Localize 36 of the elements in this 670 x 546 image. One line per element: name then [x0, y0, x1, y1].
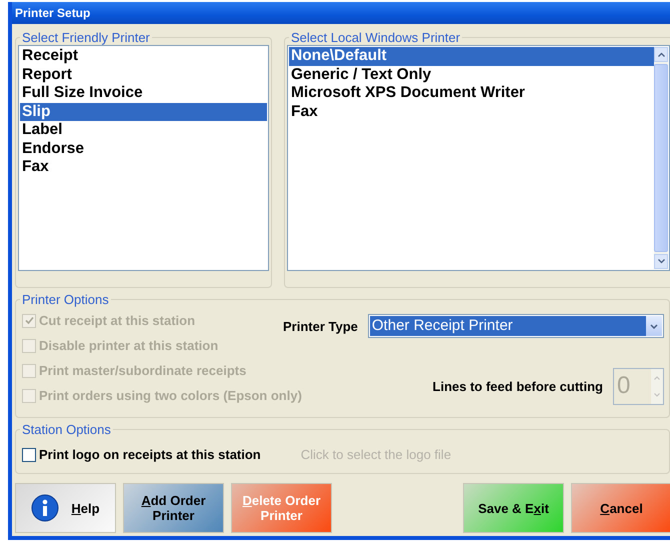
list-item[interactable]: Full Size Invoice — [20, 84, 267, 102]
field-label: Printer Type — [283, 318, 358, 334]
list-item[interactable]: Fax — [289, 102, 654, 121]
check-icon — [24, 316, 34, 325]
list-item[interactable]: None\Default — [289, 47, 654, 66]
group-legend: Printer Options — [20, 292, 111, 307]
scroll-bar[interactable] — [654, 47, 668, 269]
list-box[interactable]: Receipt Report Full Size Invoice Slip Label Endorse Fax — [18, 45, 269, 271]
checkbox-label: Print logo on receipts at this station — [39, 447, 261, 462]
info-icon — [31, 494, 60, 522]
list-item[interactable]: Microsoft XPS Document Writer — [289, 84, 654, 102]
list-item[interactable]: Generic / Text Only — [289, 66, 654, 84]
checkbox-label: Disable printer at this station — [39, 338, 218, 353]
action-button[interactable]: Add Order Printer — [123, 483, 224, 533]
group-legend: Station Options — [20, 422, 113, 437]
group-legend: Select Local Windows Printer — [289, 30, 462, 45]
checkbox-label: Print orders using two colors (Epson only) — [39, 388, 302, 403]
field-label: Lines to feed before cutting — [432, 379, 603, 394]
list-item[interactable]: Report — [20, 66, 267, 84]
list-item[interactable]: Fax — [20, 158, 267, 176]
help-button[interactable]: Help — [15, 483, 116, 533]
list-box[interactable]: None\Default Generic / Text Only Microsoft XPS Document Writer Fax — [287, 45, 670, 271]
action-button[interactable]: Save & Exit — [463, 483, 564, 533]
chevron-down-icon[interactable] — [650, 324, 658, 328]
action-button[interactable]: Cancel — [571, 483, 670, 533]
window-title: Printer Setup — [15, 6, 90, 20]
printer-type-dropdown[interactable]: Other Receipt Printer — [368, 314, 664, 338]
group-legend: Select Friendly Printer — [20, 30, 152, 45]
list-item[interactable]: Receipt — [20, 47, 267, 66]
scroll-thumb[interactable] — [654, 64, 668, 252]
list-item[interactable]: Slip — [20, 102, 267, 121]
checkbox[interactable] — [22, 448, 36, 462]
checkbox-label: Cut receipt at this station — [39, 313, 196, 328]
list-item[interactable]: Label — [20, 121, 267, 140]
checkbox-label: Print master/subordinate receipts — [39, 363, 246, 378]
list-item[interactable]: Endorse — [20, 140, 267, 158]
